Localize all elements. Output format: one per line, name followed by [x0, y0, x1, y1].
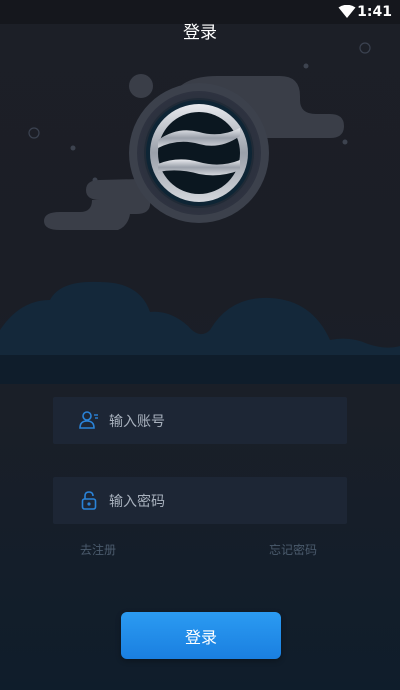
register-link[interactable]: 去注册: [80, 541, 116, 558]
login-button[interactable]: 登录: [121, 612, 281, 659]
password-field[interactable]: [53, 477, 347, 526]
wifi-icon: [338, 5, 356, 18]
app-logo: [128, 82, 270, 224]
user-icon: [79, 411, 98, 429]
forgot-password-link[interactable]: 忘记密码: [269, 541, 317, 558]
account-field[interactable]: [53, 397, 347, 446]
password-input[interactable]: [107, 477, 341, 526]
account-input[interactable]: [107, 397, 341, 446]
lock-icon: [81, 491, 97, 510]
